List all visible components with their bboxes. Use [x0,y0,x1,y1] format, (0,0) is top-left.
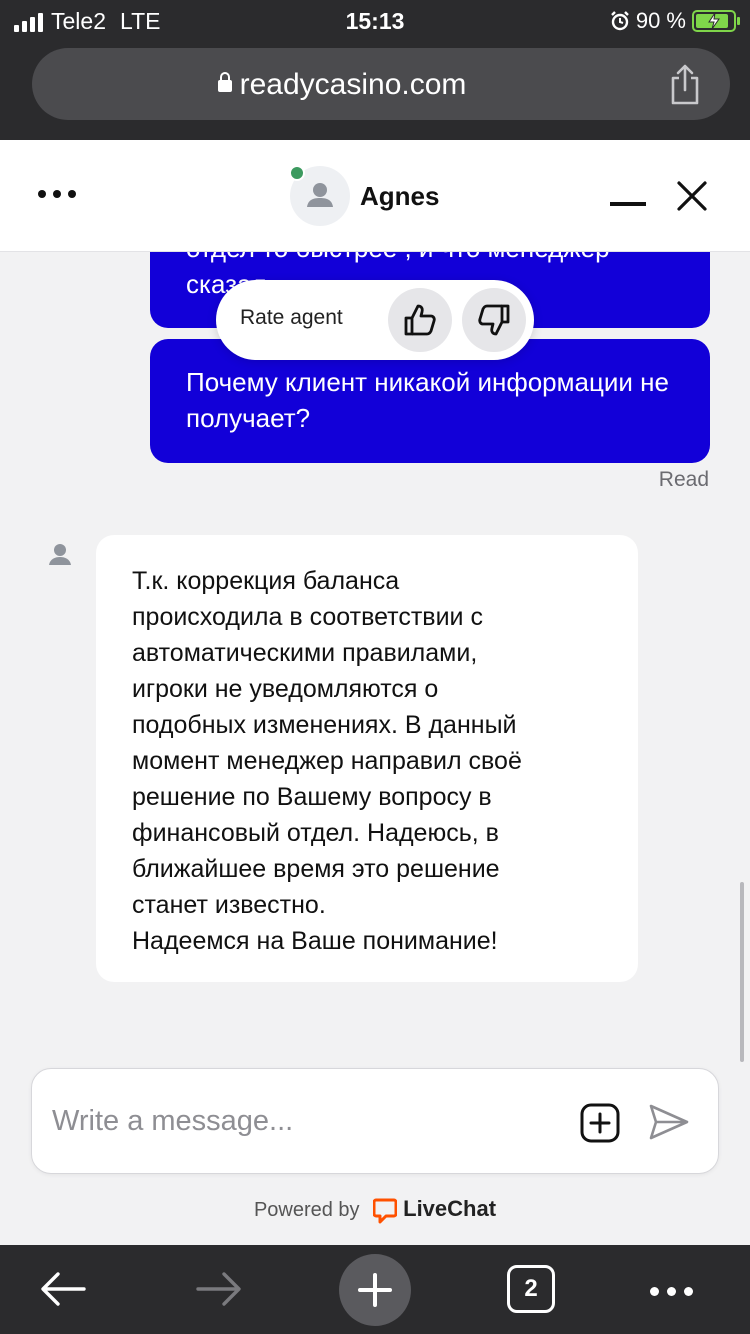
thumbs-down-button[interactable] [462,288,526,352]
alarm-icon [610,11,629,31]
status-bar: Tele2 LTE 15:13 90 % [0,0,750,40]
read-receipt: Read [658,468,709,491]
close-icon[interactable] [676,180,708,212]
message-text: Т.к. коррекция баланса происходила в соо… [132,567,522,955]
send-icon[interactable] [648,1103,690,1141]
agent-message: Т.к. коррекция баланса происходила в соо… [96,535,638,982]
message-input[interactable] [52,1097,572,1145]
more-options-icon[interactable] [650,1287,693,1296]
livechat-brand[interactable]: LiveChat [403,1196,496,1221]
battery-percent: 90 % [635,8,686,33]
agent-name: Agnes [360,181,440,211]
address-bar[interactable]: readycasino.com [32,48,730,120]
attach-plus-icon[interactable] [580,1103,620,1143]
tabs-count-button[interactable]: 2 [507,1265,555,1313]
thumbs-up-button[interactable] [388,288,452,352]
chat-header: Agnes [0,140,750,252]
online-status-dot [289,165,305,181]
powered-by: Powered by LiveChat [0,1196,750,1224]
rate-agent-popup: Rate agent [216,280,534,360]
thumbs-down-icon [478,304,510,336]
minimize-button[interactable] [610,202,646,206]
menu-dots-icon[interactable] [38,190,76,198]
new-tab-button[interactable] [339,1254,411,1326]
browser-toolbar: readycasino.com [0,40,750,140]
rate-agent-label: Rate agent [240,306,343,329]
url-text: readycasino.com [239,68,467,101]
scrollbar[interactable] [740,882,744,1062]
battery-icon [692,10,740,32]
browser-bottom-bar: 2 [0,1245,750,1334]
share-icon[interactable] [668,64,702,106]
message-text: Почему клиент никакой информации не полу… [186,367,669,433]
thumbs-up-icon [404,304,436,336]
message-composer [31,1068,719,1174]
livechat-logo-icon [373,1198,398,1224]
plus-icon [358,1273,392,1307]
agent-avatar-icon [49,544,71,565]
powered-by-label: Powered by [253,1199,360,1221]
forward-arrow-icon[interactable] [196,1271,242,1307]
back-arrow-icon[interactable] [40,1271,86,1307]
lock-icon [217,72,232,93]
